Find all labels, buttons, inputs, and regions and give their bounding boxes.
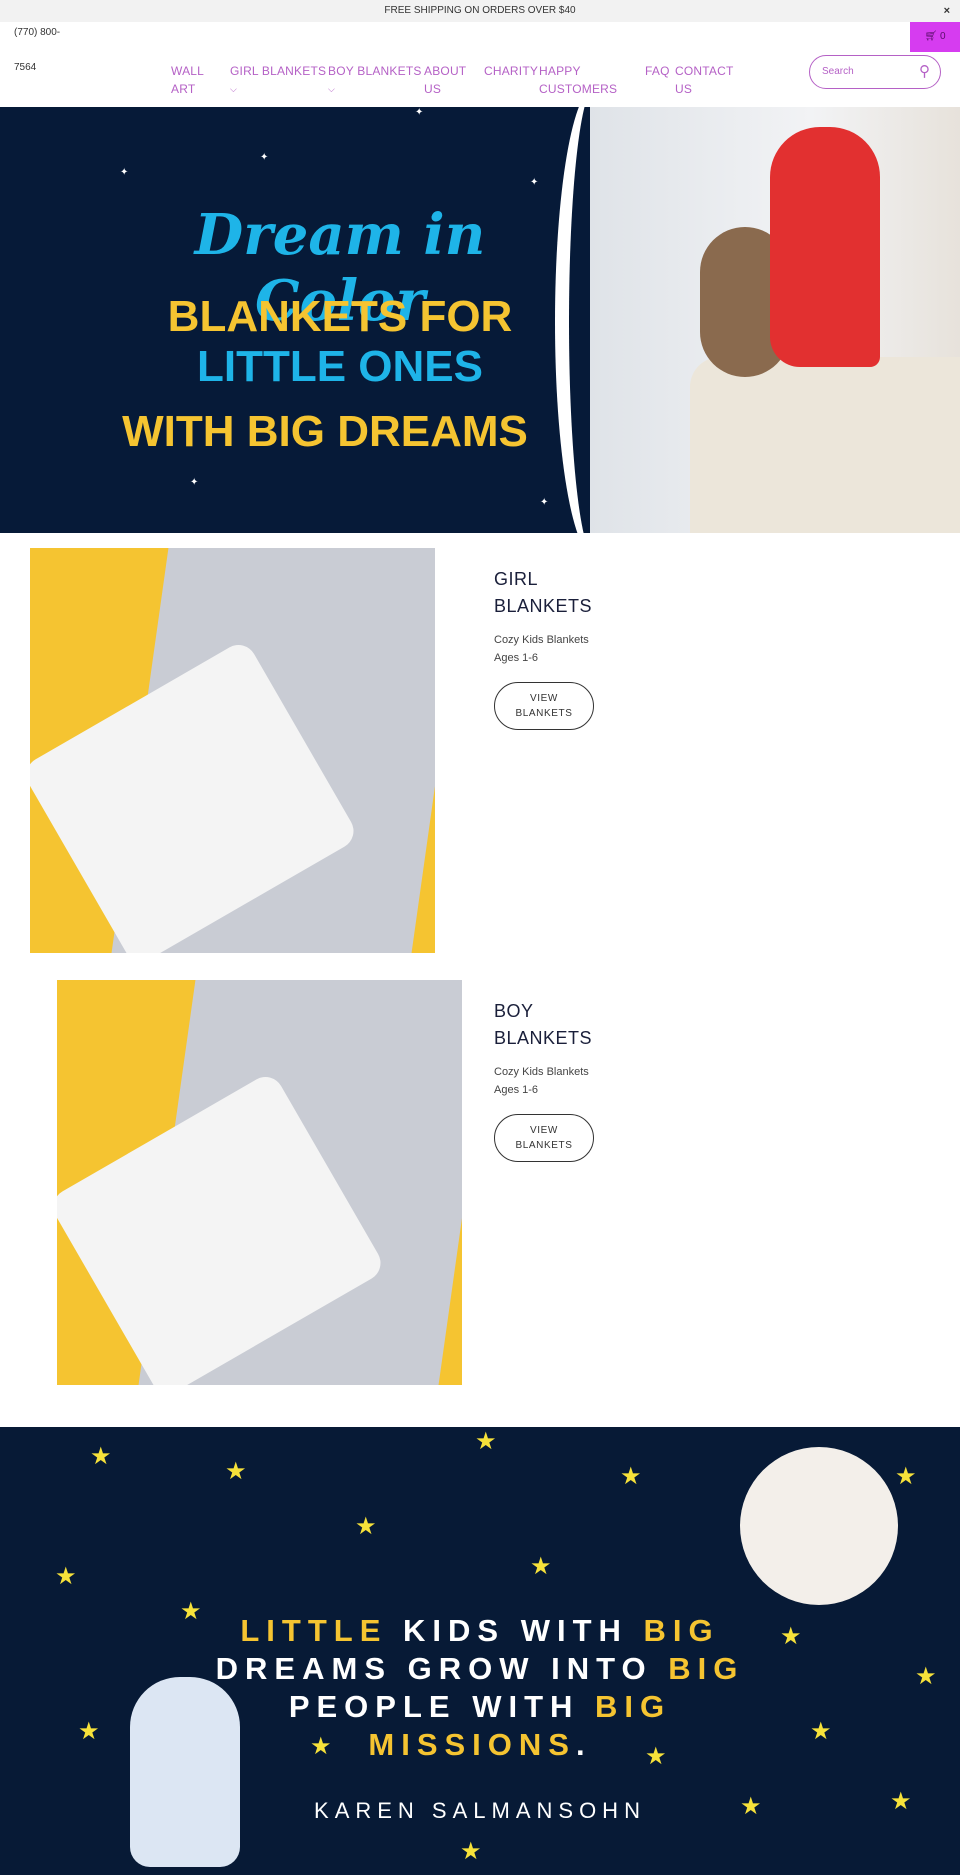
header: (770) 800- 7564 🛒︎ 0 WALL ART GIRL BLANKE…: [0, 22, 960, 107]
product-title: BOY BLANKETS: [494, 1001, 593, 1048]
star-icon: ★: [225, 1458, 247, 1485]
moon-image: [740, 1447, 898, 1605]
star-icon: ★: [895, 1463, 917, 1490]
star-icon: ★: [530, 1553, 552, 1580]
nav-charity[interactable]: CHARITY: [484, 62, 538, 80]
girl-blankets-image[interactable]: [30, 548, 435, 953]
search-icon[interactable]: ⚲: [919, 56, 930, 88]
cart-count: 0: [939, 31, 946, 42]
chevron-down-icon: ⌵: [230, 84, 238, 94]
star-icon: ★: [55, 1563, 77, 1590]
product-subtitle: Cozy Kids Blankets Ages 1-6: [494, 1066, 589, 1096]
star-icon: ★: [810, 1718, 832, 1745]
star-icon: ✦: [120, 167, 129, 178]
superhero-girl-image: [770, 127, 880, 367]
nav-about-us[interactable]: ABOUT US: [424, 62, 466, 98]
star-icon: ★: [915, 1663, 937, 1690]
star-icon: ★: [180, 1598, 202, 1625]
quote-banner: ★ ★ ★ ★ ★ ★ ★ ★ ★ ★ ★ ★ ★ ★ ★ ★ ★ ★ LITT…: [0, 1427, 960, 1875]
product-title: GIRL BLANKETS: [494, 569, 593, 616]
nav-wall-art[interactable]: WALL ART: [171, 62, 204, 98]
star-icon: ★: [620, 1463, 642, 1490]
cart-icon: 🛒︎: [924, 31, 938, 42]
phone-number[interactable]: (770) 800-: [14, 27, 60, 38]
boy-blankets-image[interactable]: [57, 980, 462, 1385]
star-icon: ★: [90, 1443, 112, 1470]
nav-contact-us[interactable]: CONTACT US: [675, 62, 734, 98]
view-girl-blankets-button[interactable]: VIEW BLANKETS: [494, 682, 594, 730]
star-icon: ★: [890, 1788, 912, 1815]
nav-girl-blankets[interactable]: GIRL BLANKETS ⌵: [230, 62, 326, 98]
star-icon: ✦: [540, 497, 549, 508]
wave-divider: [555, 107, 635, 533]
hero-line-2: BLANKETS FOR: [167, 292, 513, 341]
star-icon: ★: [780, 1623, 802, 1650]
bed-image: [690, 357, 960, 533]
announcement-text: FREE SHIPPING ON ORDERS OVER $40: [384, 5, 576, 16]
star-icon: ★: [475, 1428, 497, 1455]
hero-line-3: LITTLE ONES: [197, 342, 483, 391]
quote-author: KAREN SALMANSOHN: [314, 1798, 646, 1823]
star-icon: ✦: [190, 477, 199, 488]
hero-banner[interactable]: ✦ ✦ ✦ ✦ ✦ ✦ Dream in Color BLANKETS FOR …: [0, 107, 960, 533]
announcement-bar: FREE SHIPPING ON ORDERS OVER $40 ×: [0, 0, 960, 22]
nav-faq[interactable]: FAQ: [645, 62, 670, 80]
view-boy-blankets-button[interactable]: VIEW BLANKETS: [494, 1114, 594, 1162]
hero-line-4: WITH BIG DREAMS: [122, 407, 528, 456]
star-icon: ★: [355, 1513, 377, 1540]
product-subtitle: Cozy Kids Blankets Ages 1-6: [494, 634, 589, 664]
quote-text: LITTLE KIDS WITH BIG DREAMS GROW INTO BI…: [215, 1613, 745, 1762]
close-icon[interactable]: ×: [944, 0, 950, 22]
search-input[interactable]: Search ⚲: [809, 55, 941, 89]
star-icon: ✦: [530, 177, 539, 188]
star-icon: ✦: [415, 107, 424, 118]
star-icon: ★: [78, 1718, 100, 1745]
cart-button[interactable]: 🛒︎ 0: [910, 22, 960, 52]
nav-boy-blankets[interactable]: BOY BLANKETS ⌵: [328, 62, 422, 98]
phone-number-cont[interactable]: 7564: [14, 62, 36, 73]
star-icon: ✦: [260, 152, 269, 163]
star-icon: ★: [460, 1838, 482, 1865]
nav-happy-customers[interactable]: HAPPY CUSTOMERS: [539, 62, 617, 98]
chevron-down-icon: ⌵: [328, 84, 336, 94]
